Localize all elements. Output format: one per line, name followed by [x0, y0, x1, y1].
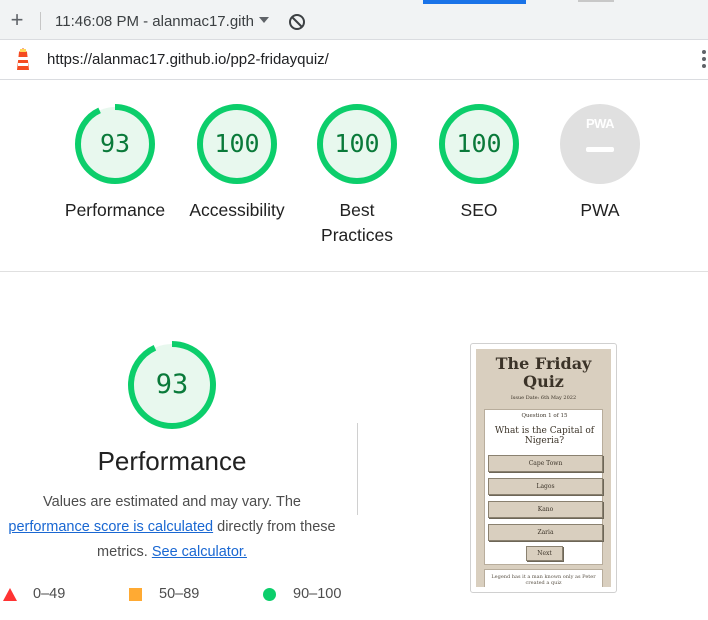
- legend-label: 90–100: [293, 586, 342, 602]
- quiz-footer: Legend has it a man known only as Peter …: [484, 569, 603, 587]
- quiz-card: Question 1 of 15 What is the Capital of …: [484, 409, 603, 565]
- thumbnail-content: The Friday Quiz Issue Date: 6th May 2022…: [476, 349, 611, 587]
- page-url[interactable]: https://alanmac17.github.io/pp2-fridayqu…: [47, 51, 329, 68]
- divider: [357, 423, 358, 515]
- answer-option: Zaria: [488, 524, 603, 541]
- quiz-title: The Friday Quiz: [495, 354, 592, 391]
- plus-icon[interactable]: +: [6, 9, 28, 32]
- question-text: What is the Capital of Nigeria?: [494, 426, 595, 446]
- gauge-label: PWA: [580, 200, 620, 220]
- quiz-issue-date: Issue Date: 6th May 2022: [510, 395, 577, 401]
- block-icon[interactable]: [288, 13, 306, 31]
- legend-label: 0–49: [33, 586, 66, 602]
- more-options-icon[interactable]: [700, 48, 708, 72]
- gauge-score: 93: [99, 129, 131, 158]
- gauge-label: Best Practices: [321, 200, 393, 245]
- gauge-best-practices[interactable]: 100 Best Practices: [302, 102, 412, 248]
- gauge-seo[interactable]: 100 SEO: [424, 102, 534, 223]
- gauge-score: 100: [456, 129, 502, 158]
- gauge-label: SEO: [460, 200, 498, 220]
- lighthouse-icon: [17, 48, 29, 70]
- page-screenshot-thumbnail[interactable]: The Friday Quiz Issue Date: 6th May 2022…: [470, 343, 617, 593]
- performance-score-link[interactable]: performance score is calculated: [8, 519, 213, 535]
- fail-triangle-icon: [3, 588, 17, 601]
- pwa-badge-icon: [560, 104, 640, 184]
- gauge-accessibility[interactable]: 100 Accessibility: [182, 102, 292, 223]
- gauge-score: 100: [214, 129, 260, 158]
- url-bar: https://alanmac17.github.io/pp2-fridayqu…: [0, 40, 708, 80]
- question-number: Question 1 of 15: [521, 413, 568, 419]
- gauge-label: Accessibility: [189, 200, 285, 220]
- see-calculator-link[interactable]: See calculator.: [152, 544, 247, 560]
- report-session-label[interactable]: 11:46:08 PM - alanmac17.githu: [55, 13, 255, 30]
- gauge-pwa[interactable]: PWA PWA: [545, 102, 655, 223]
- pwa-badge-text: PWA: [585, 116, 615, 131]
- performance-score: 93: [155, 369, 189, 400]
- toolbar-separator: [40, 12, 41, 30]
- performance-title: Performance: [97, 446, 247, 476]
- gauge-label: Performance: [64, 200, 166, 220]
- active-tab-indicator: [423, 0, 526, 4]
- gauge-score: 100: [334, 129, 380, 158]
- performance-description: Values are estimated and may vary. The p…: [0, 490, 344, 565]
- next-button: Next: [526, 546, 563, 561]
- answer-option: Kano: [488, 501, 603, 518]
- pass-circle-icon: [263, 588, 276, 601]
- browser-toolbar: + 11:46:08 PM - alanmac17.githu: [0, 0, 708, 40]
- average-square-icon: [129, 588, 142, 601]
- answer-option: Lagos: [488, 478, 603, 495]
- desc-text: Values are estimated and may vary. The: [43, 494, 301, 510]
- chevron-down-icon[interactable]: [258, 14, 270, 26]
- score-gauges: 93 Performance 100 Accessibility 100 Bes…: [0, 80, 708, 272]
- legend-label: 50–89: [159, 586, 200, 602]
- tab-indicator: [578, 0, 614, 2]
- gauge-performance[interactable]: 93 Performance: [60, 102, 170, 223]
- answer-option: Cape Town: [488, 455, 603, 472]
